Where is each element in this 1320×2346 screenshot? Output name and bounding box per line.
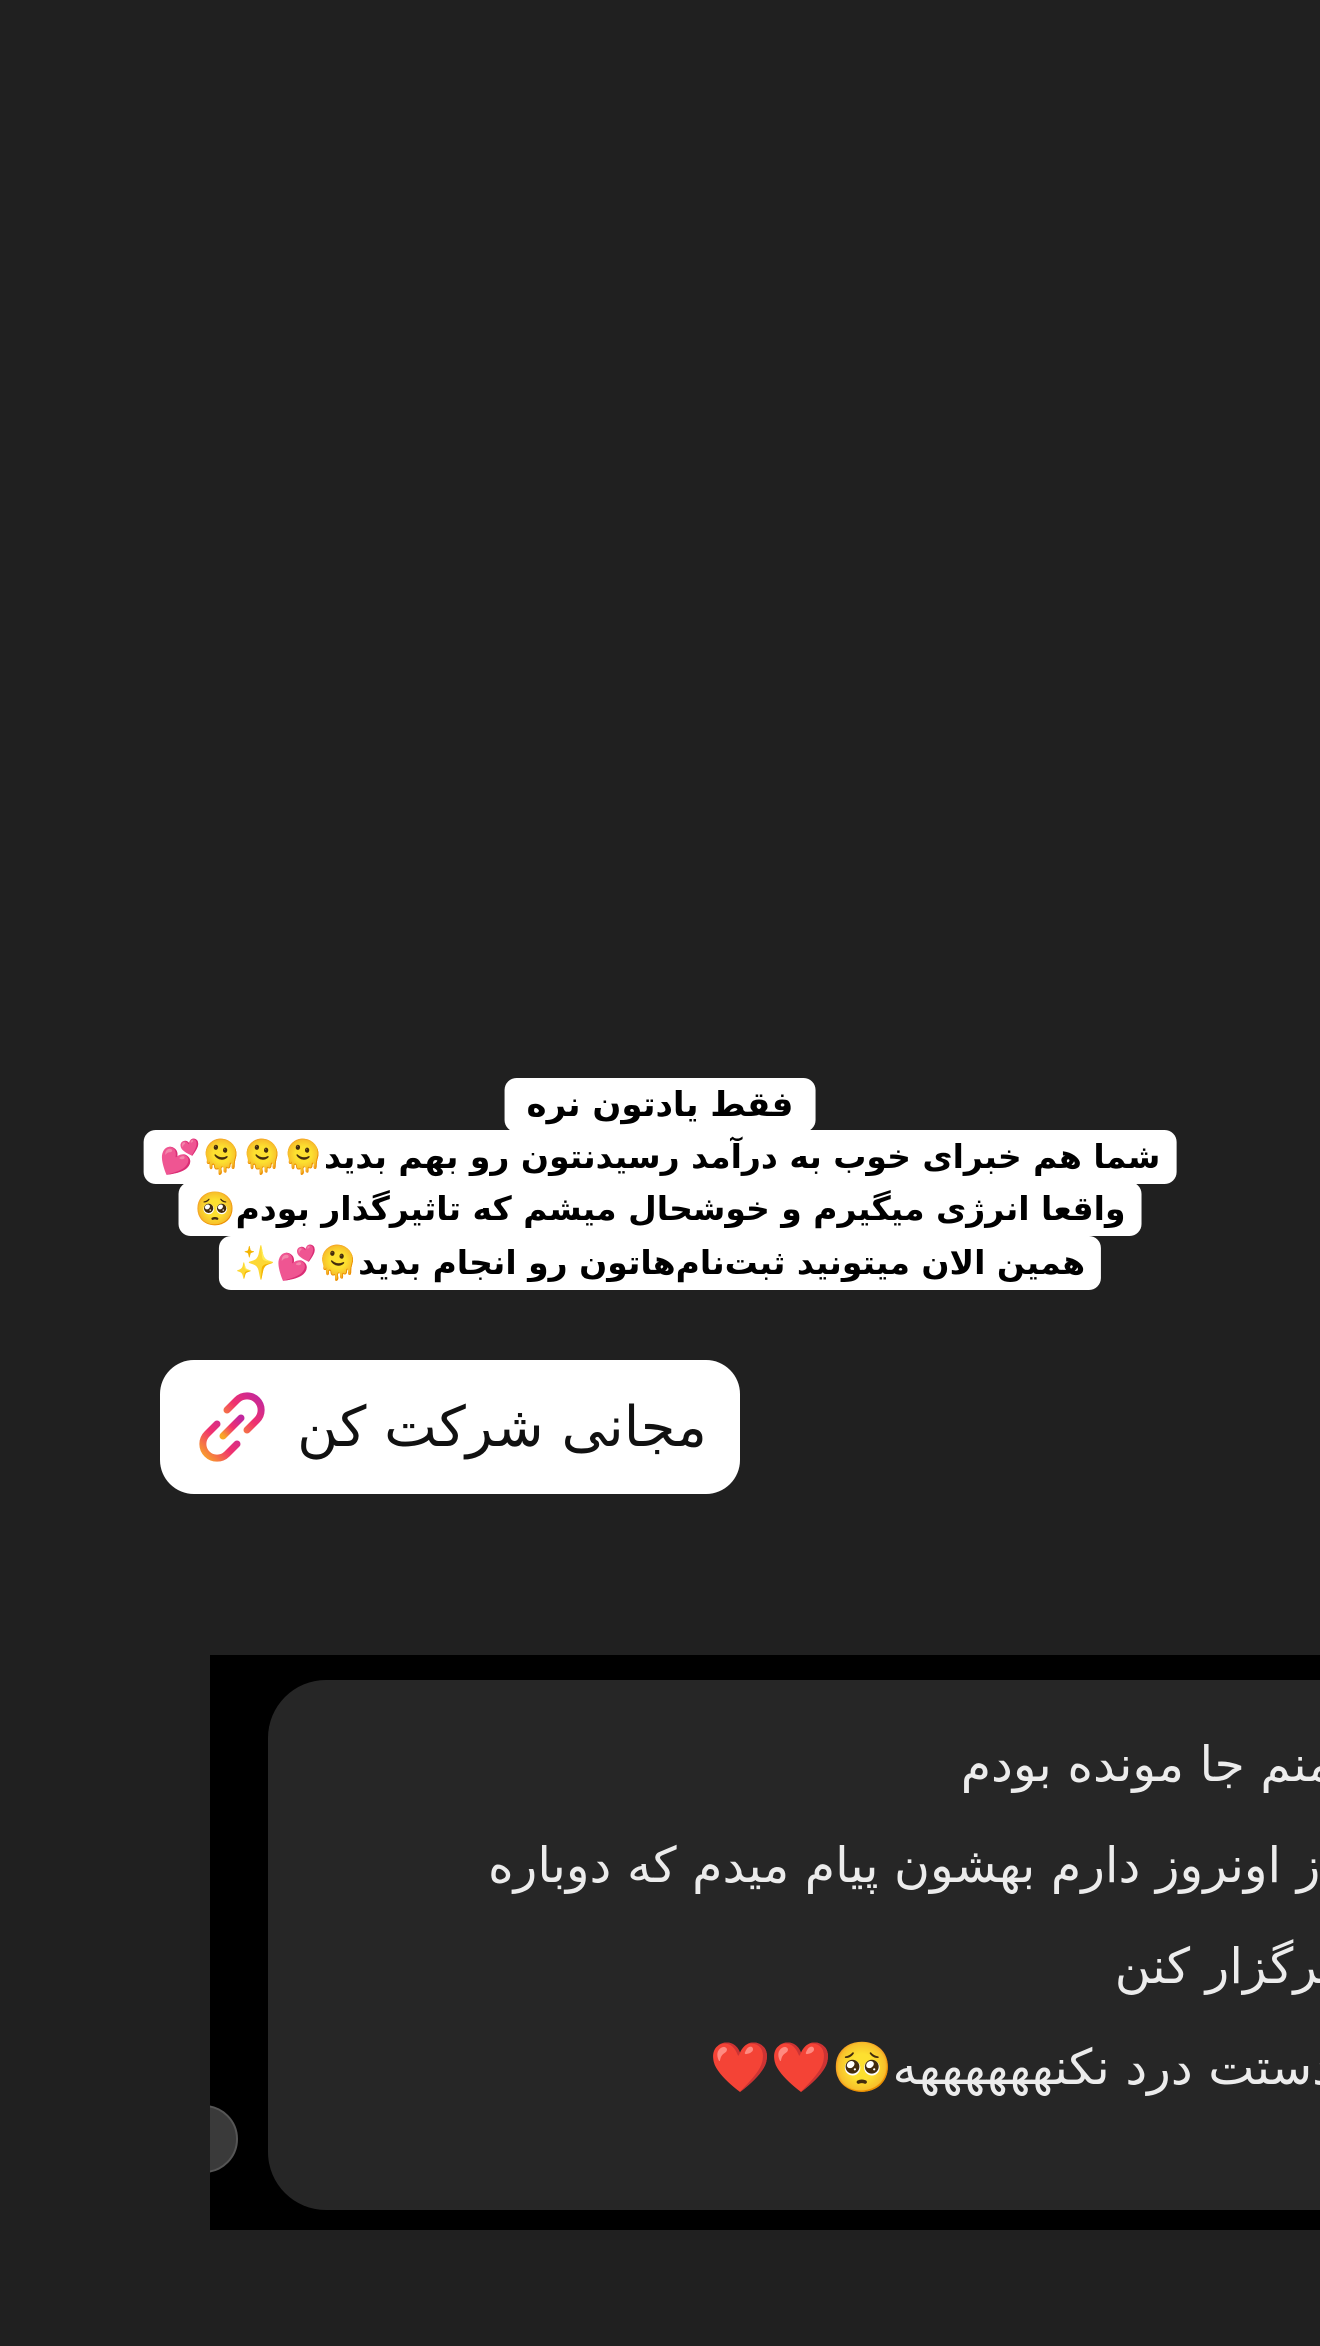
link-sticker-label: مجانی شرکت کن: [297, 1394, 707, 1460]
message-line-4: دستت درد نکنههههههه🥺❤️❤️: [709, 2039, 1320, 2096]
chat-screenshot: منم جا مونده بودم از اونروز دارم بهشون پ…: [210, 1655, 1320, 2230]
link-icon: [193, 1388, 271, 1466]
caption-line-4: همین الان میتونید ثبت‌نام‌هاتون رو انجام…: [218, 1236, 1102, 1290]
caption-line-3: واقعا انرژی میگیرم و خوشحال میشم که تاثی…: [178, 1182, 1142, 1236]
caption-line-1: فقط یادتون نره: [504, 1078, 816, 1132]
avatar: [210, 2105, 238, 2173]
message-line-2: از اونروز دارم بهشون پیام میدم که دوباره: [487, 1837, 1320, 1894]
link-sticker-button[interactable]: مجانی شرکت کن: [160, 1360, 740, 1494]
caption-line-2: شما هم خبرای خوب به درآمد رسیدنتون رو به…: [143, 1130, 1177, 1184]
message-line-1: منم جا مونده بودم: [960, 1736, 1320, 1793]
message-bubble: منم جا مونده بودم از اونروز دارم بهشون پ…: [268, 1680, 1320, 2210]
message-line-3: برگزار کنن: [1114, 1938, 1320, 1995]
